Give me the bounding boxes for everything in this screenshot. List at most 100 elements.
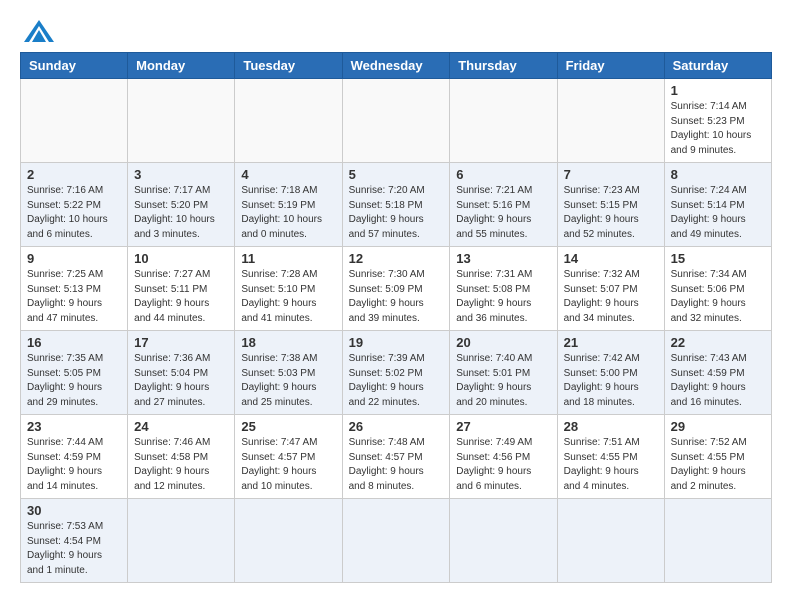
day-info: Sunrise: 7:43 AM Sunset: 4:59 PM Dayligh… [671, 352, 765, 410]
calendar-cell [450, 499, 557, 583]
calendar-cell: 25 Sunrise: 7:47 AM Sunset: 4:57 PM Dayli… [235, 415, 342, 499]
calendar-cell [342, 499, 450, 583]
day-info: Sunrise: 7:42 AM Sunset: 5:00 PM Dayligh… [564, 352, 658, 410]
day-number: 30 [27, 503, 121, 518]
calendar-cell: 3 Sunrise: 7:17 AM Sunset: 5:20 PM Daylig… [128, 163, 235, 247]
calendar-cell [128, 79, 235, 163]
day-number: 8 [671, 167, 765, 182]
logo [20, 20, 54, 42]
calendar-cell [664, 499, 771, 583]
day-number: 13 [456, 251, 550, 266]
calendar-cell: 2Sunrise: 7:16 AM Sunset: 5:22 PM Daylig… [21, 163, 128, 247]
calendar-cell: 20Sunrise: 7:40 AM Sunset: 5:01 PM Dayli… [450, 331, 557, 415]
day-info: Sunrise: 7:51 AM Sunset: 4:55 PM Dayligh… [564, 436, 658, 494]
day-header-monday: Monday [128, 53, 235, 79]
day-info: Sunrise: 7:18 AM Sunset: 5:19 PM Dayligh… [241, 184, 335, 242]
day-number: 1 [671, 83, 765, 98]
calendar-cell [235, 79, 342, 163]
calendar-cell: 26Sunrise: 7:48 AM Sunset: 4:57 PM Dayli… [342, 415, 450, 499]
day-info: Sunrise: 7:44 AM Sunset: 4:59 PM Dayligh… [27, 436, 121, 494]
day-info: Sunrise: 7:14 AM Sunset: 5:23 PM Dayligh… [671, 100, 765, 158]
calendar-cell: 13 Sunrise: 7:31 AM Sunset: 5:08 PM Dayli… [450, 247, 557, 331]
calendar-cell: 18 Sunrise: 7:38 AM Sunset: 5:03 PM Dayli… [235, 331, 342, 415]
calendar-cell: 6Sunrise: 7:21 AM Sunset: 5:16 PM Daylig… [450, 163, 557, 247]
calendar-cell: 19 Sunrise: 7:39 AM Sunset: 5:02 PM Dayli… [342, 331, 450, 415]
day-number: 18 [241, 335, 335, 350]
day-info: Sunrise: 7:35 AM Sunset: 5:05 PM Dayligh… [27, 352, 121, 410]
calendar-cell: 29 Sunrise: 7:52 AM Sunset: 4:55 PM Dayli… [664, 415, 771, 499]
day-number: 27 [456, 419, 550, 434]
day-info: Sunrise: 7:47 AM Sunset: 4:57 PM Dayligh… [241, 436, 335, 494]
day-header-thursday: Thursday [450, 53, 557, 79]
day-header-sunday: Sunday [21, 53, 128, 79]
calendar-cell: 30Sunrise: 7:53 AM Sunset: 4:54 PM Dayli… [21, 499, 128, 583]
day-info: Sunrise: 7:24 AM Sunset: 5:14 PM Dayligh… [671, 184, 765, 242]
day-number: 29 [671, 419, 765, 434]
calendar-cell: 12 Sunrise: 7:30 AM Sunset: 5:09 PM Dayli… [342, 247, 450, 331]
day-header-wednesday: Wednesday [342, 53, 450, 79]
day-number: 28 [564, 419, 658, 434]
calendar-cell: 11 Sunrise: 7:28 AM Sunset: 5:10 PM Dayli… [235, 247, 342, 331]
calendar-cell [128, 499, 235, 583]
week-row-1: 1 Sunrise: 7:14 AM Sunset: 5:23 PM Daylig… [21, 79, 772, 163]
day-number: 5 [349, 167, 444, 182]
calendar-cell [557, 79, 664, 163]
day-info: Sunrise: 7:38 AM Sunset: 5:03 PM Dayligh… [241, 352, 335, 410]
day-info: Sunrise: 7:16 AM Sunset: 5:22 PM Dayligh… [27, 184, 121, 242]
calendar-cell [342, 79, 450, 163]
calendar-body: 1 Sunrise: 7:14 AM Sunset: 5:23 PM Daylig… [21, 79, 772, 583]
calendar-cell [450, 79, 557, 163]
day-number: 22 [671, 335, 765, 350]
week-row-2: 2Sunrise: 7:16 AM Sunset: 5:22 PM Daylig… [21, 163, 772, 247]
calendar-cell: 28 Sunrise: 7:51 AM Sunset: 4:55 PM Dayli… [557, 415, 664, 499]
calendar-header: SundayMondayTuesdayWednesdayThursdayFrid… [21, 53, 772, 79]
day-number: 6 [456, 167, 550, 182]
calendar-cell: 9 Sunrise: 7:25 AM Sunset: 5:13 PM Daylig… [21, 247, 128, 331]
calendar-cell: 14 Sunrise: 7:32 AM Sunset: 5:07 PM Dayli… [557, 247, 664, 331]
day-number: 21 [564, 335, 658, 350]
day-info: Sunrise: 7:27 AM Sunset: 5:11 PM Dayligh… [134, 268, 228, 326]
calendar-table: SundayMondayTuesdayWednesdayThursdayFrid… [20, 52, 772, 583]
calendar-cell: 10 Sunrise: 7:27 AM Sunset: 5:11 PM Dayli… [128, 247, 235, 331]
calendar-cell: 21 Sunrise: 7:42 AM Sunset: 5:00 PM Dayli… [557, 331, 664, 415]
day-number: 20 [456, 335, 550, 350]
day-number: 10 [134, 251, 228, 266]
day-number: 12 [349, 251, 444, 266]
day-number: 19 [349, 335, 444, 350]
day-header-tuesday: Tuesday [235, 53, 342, 79]
days-header-row: SundayMondayTuesdayWednesdayThursdayFrid… [21, 53, 772, 79]
page-header [20, 20, 772, 42]
day-number: 7 [564, 167, 658, 182]
week-row-4: 16Sunrise: 7:35 AM Sunset: 5:05 PM Dayli… [21, 331, 772, 415]
day-info: Sunrise: 7:17 AM Sunset: 5:20 PM Dayligh… [134, 184, 228, 242]
day-info: Sunrise: 7:25 AM Sunset: 5:13 PM Dayligh… [27, 268, 121, 326]
day-info: Sunrise: 7:23 AM Sunset: 5:15 PM Dayligh… [564, 184, 658, 242]
calendar-cell: 1 Sunrise: 7:14 AM Sunset: 5:23 PM Daylig… [664, 79, 771, 163]
calendar-cell: 4 Sunrise: 7:18 AM Sunset: 5:19 PM Daylig… [235, 163, 342, 247]
calendar-cell [235, 499, 342, 583]
week-row-6: 30Sunrise: 7:53 AM Sunset: 4:54 PM Dayli… [21, 499, 772, 583]
week-row-3: 9 Sunrise: 7:25 AM Sunset: 5:13 PM Daylig… [21, 247, 772, 331]
day-number: 11 [241, 251, 335, 266]
day-info: Sunrise: 7:36 AM Sunset: 5:04 PM Dayligh… [134, 352, 228, 410]
day-number: 14 [564, 251, 658, 266]
day-number: 25 [241, 419, 335, 434]
day-info: Sunrise: 7:32 AM Sunset: 5:07 PM Dayligh… [564, 268, 658, 326]
day-info: Sunrise: 7:52 AM Sunset: 4:55 PM Dayligh… [671, 436, 765, 494]
day-info: Sunrise: 7:28 AM Sunset: 5:10 PM Dayligh… [241, 268, 335, 326]
calendar-cell [21, 79, 128, 163]
day-header-friday: Friday [557, 53, 664, 79]
day-number: 26 [349, 419, 444, 434]
day-number: 9 [27, 251, 121, 266]
day-number: 17 [134, 335, 228, 350]
day-info: Sunrise: 7:39 AM Sunset: 5:02 PM Dayligh… [349, 352, 444, 410]
calendar-cell: 7 Sunrise: 7:23 AM Sunset: 5:15 PM Daylig… [557, 163, 664, 247]
day-number: 3 [134, 167, 228, 182]
day-number: 24 [134, 419, 228, 434]
day-info: Sunrise: 7:30 AM Sunset: 5:09 PM Dayligh… [349, 268, 444, 326]
day-info: Sunrise: 7:31 AM Sunset: 5:08 PM Dayligh… [456, 268, 550, 326]
calendar-cell: 15Sunrise: 7:34 AM Sunset: 5:06 PM Dayli… [664, 247, 771, 331]
day-number: 15 [671, 251, 765, 266]
day-number: 4 [241, 167, 335, 182]
calendar-cell: 17 Sunrise: 7:36 AM Sunset: 5:04 PM Dayli… [128, 331, 235, 415]
